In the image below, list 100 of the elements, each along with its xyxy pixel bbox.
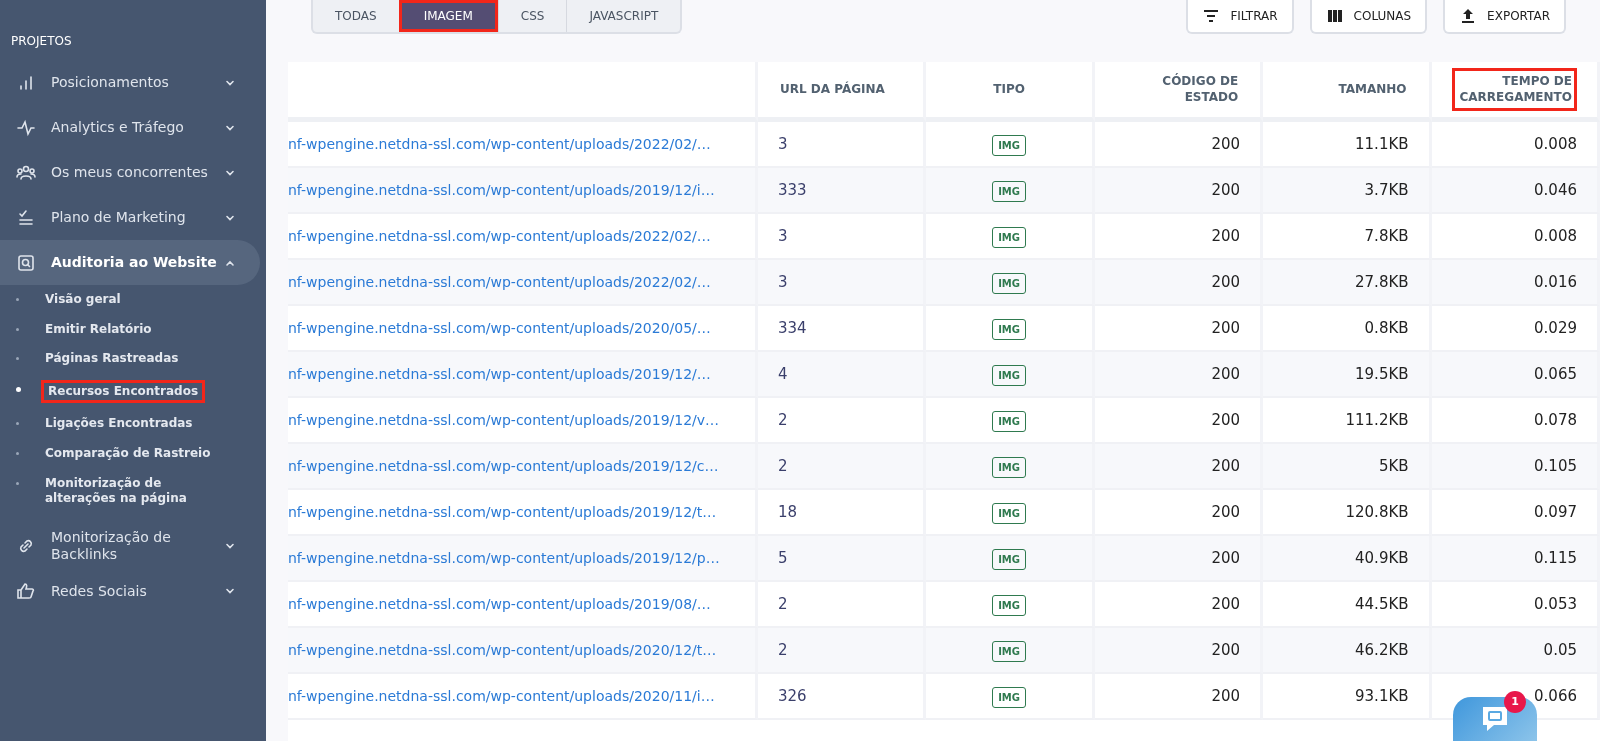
table-cell-text: 200 bbox=[1211, 272, 1241, 291]
page-count: 2 bbox=[778, 594, 788, 613]
page-count: 326 bbox=[778, 686, 807, 705]
column-header: TEMPO DE CARREGAMENTO bbox=[1451, 67, 1577, 112]
page-count: 2 bbox=[778, 640, 788, 659]
table-cell-text: 200 bbox=[1211, 640, 1241, 659]
type-tag: IMG bbox=[992, 226, 1027, 248]
table-cell-text: 0.05 bbox=[1543, 640, 1577, 659]
table-cell-text: 111.2KB bbox=[1345, 410, 1409, 429]
column-header: TAMANHO bbox=[1337, 80, 1408, 98]
table-cell-text: 0.105 bbox=[1534, 456, 1577, 475]
table-cell-text: 0.078 bbox=[1534, 410, 1577, 429]
filter-tab[interactable]: IMAGEM bbox=[398, 0, 498, 32]
column-header: URL DA PÁGINA bbox=[779, 80, 886, 98]
filter-icon bbox=[1202, 7, 1221, 25]
table-cell-text: 19.5KB bbox=[1355, 364, 1409, 383]
resource-url-link[interactable]: nf-wpengine.netdna-ssl.com/wp-content/uploads/2022/02/… bbox=[288, 227, 711, 244]
type-tag: IMG bbox=[992, 456, 1027, 478]
type-tag: IMG bbox=[992, 686, 1027, 708]
page-count: 18 bbox=[778, 502, 798, 521]
table-cell-text: 27.8KB bbox=[1355, 272, 1409, 291]
table-cell-text: 0.046 bbox=[1534, 180, 1577, 199]
column-header: TIPO bbox=[992, 80, 1026, 98]
table-cell-text: 0.097 bbox=[1534, 502, 1577, 521]
table-cell-text: 5KB bbox=[1378, 456, 1409, 475]
sidebar-subitem[interactable]: Monitorização de alterações na página bbox=[41, 474, 226, 508]
resource-url-link[interactable]: nf-wpengine.netdna-ssl.com/wp-content/uploads/2020/05/… bbox=[288, 319, 711, 336]
page-count: 334 bbox=[778, 318, 807, 337]
page-count: 4 bbox=[778, 364, 788, 383]
table-cell-text: 0.029 bbox=[1534, 318, 1577, 337]
page-count: 5 bbox=[778, 548, 788, 567]
thumbs-up-icon bbox=[16, 581, 36, 602]
resource-url-link[interactable]: nf-wpengine.netdna-ssl.com/wp-content/uploads/2019/12/v… bbox=[288, 411, 720, 428]
type-tag: IMG bbox=[992, 502, 1027, 524]
type-tag: IMG bbox=[992, 640, 1027, 662]
table-cell-text: 200 bbox=[1211, 548, 1241, 567]
table-cell-text: 120.8KB bbox=[1345, 502, 1409, 521]
type-tag: IMG bbox=[992, 410, 1027, 432]
table-cell-text: 0.053 bbox=[1534, 594, 1577, 613]
table-cell-text: 0.008 bbox=[1534, 134, 1577, 153]
sidebar-item[interactable]: Monitorização de Backlinks bbox=[0, 523, 260, 569]
table-cell-text: 200 bbox=[1211, 502, 1241, 521]
sidebar-item[interactable]: Auditoria ao Website bbox=[0, 240, 260, 285]
type-tag: IMG bbox=[992, 364, 1027, 386]
type-tag: IMG bbox=[992, 594, 1027, 616]
table-cell-text: 200 bbox=[1211, 410, 1241, 429]
table-cell-text: 3.7KB bbox=[1364, 180, 1409, 199]
table-cell-text: 200 bbox=[1211, 364, 1241, 383]
resource-url-link[interactable]: nf-wpengine.netdna-ssl.com/wp-content/uploads/2022/02/… bbox=[288, 135, 711, 152]
table-cell-text: 0.115 bbox=[1534, 548, 1577, 567]
type-tag: IMG bbox=[992, 548, 1027, 570]
table-cell-text: 46.2KB bbox=[1355, 640, 1409, 659]
resource-url-link[interactable]: nf-wpengine.netdna-ssl.com/wp-content/uploads/2019/12/t… bbox=[288, 503, 717, 520]
toolbar-button[interactable]: COLUNAS bbox=[1309, 0, 1428, 34]
toolbar-button[interactable]: FILTRAR bbox=[1186, 0, 1294, 34]
table-cell-text: 200 bbox=[1211, 686, 1241, 705]
table-cell-text: 200 bbox=[1211, 226, 1241, 245]
table-cell-text: 200 bbox=[1211, 456, 1241, 475]
filter-tab[interactable]: TODAS bbox=[313, 0, 399, 32]
sidebar-subitem[interactable]: Emitir Relatório bbox=[41, 320, 156, 339]
chat-button[interactable] bbox=[1453, 697, 1537, 741]
sidebar-item[interactable]: Analytics e Tráfego bbox=[0, 105, 260, 150]
resource-url-link[interactable]: nf-wpengine.netdna-ssl.com/wp-content/uploads/2020/11/i… bbox=[288, 687, 715, 704]
table-cell-text: 0.008 bbox=[1534, 226, 1577, 245]
type-tag: IMG bbox=[992, 134, 1027, 156]
table-cell-text: 200 bbox=[1211, 318, 1241, 337]
type-tag: IMG bbox=[992, 180, 1027, 202]
page-count: 3 bbox=[778, 272, 788, 291]
table-cell-text: 40.9KB bbox=[1355, 548, 1409, 567]
search-document-icon bbox=[16, 252, 36, 273]
filter-tab[interactable]: JAVASCRIPT bbox=[566, 0, 681, 32]
sidebar-subitem[interactable]: Ligações Encontradas bbox=[41, 415, 197, 433]
section-title: PROJETOS bbox=[10, 33, 73, 50]
sidebar-item[interactable]: Redes Sociais bbox=[0, 568, 260, 614]
columns-icon bbox=[1325, 7, 1344, 25]
page-count: 2 bbox=[778, 456, 788, 475]
resource-url-link[interactable]: nf-wpengine.netdna-ssl.com/wp-content/uploads/2019/08/… bbox=[288, 595, 711, 612]
sidebar-item[interactable]: Posicionamentos bbox=[0, 60, 260, 105]
column-header: CÓDIGO DE ESTADO bbox=[1161, 72, 1240, 106]
table-cell-text: 93.1KB bbox=[1355, 686, 1409, 705]
checklist-icon bbox=[16, 207, 36, 228]
table-cell-text: 11.1KB bbox=[1355, 134, 1409, 153]
sidebar-subitem[interactable]: Visão geral bbox=[41, 291, 125, 309]
table-cell-text: 44.5KB bbox=[1355, 594, 1409, 613]
filter-tab[interactable]: CSS bbox=[497, 0, 567, 32]
sidebar-item[interactable]: Plano de Marketing bbox=[0, 195, 260, 240]
page-count: 3 bbox=[778, 226, 788, 245]
sidebar-subitem[interactable]: Páginas Rastreadas bbox=[41, 350, 183, 368]
type-tag: IMG bbox=[992, 318, 1027, 340]
table-cell-text: 200 bbox=[1211, 134, 1241, 153]
table-cell-text: 0.016 bbox=[1534, 272, 1577, 291]
sidebar-subitem[interactable]: Recursos Encontrados bbox=[41, 379, 206, 404]
table-cell-text: 0.065 bbox=[1534, 364, 1577, 383]
sidebar-item[interactable]: Os meus concorrentes bbox=[0, 150, 260, 195]
table-cell-text: 0.8KB bbox=[1364, 318, 1409, 337]
sidebar-subitem[interactable]: Comparação de Rastreio bbox=[41, 444, 215, 463]
page-count: 2 bbox=[778, 410, 788, 429]
toolbar-button[interactable]: EXPORTAR bbox=[1443, 0, 1566, 34]
table-cell-text: 200 bbox=[1211, 180, 1241, 199]
page-count: 333 bbox=[778, 180, 807, 199]
